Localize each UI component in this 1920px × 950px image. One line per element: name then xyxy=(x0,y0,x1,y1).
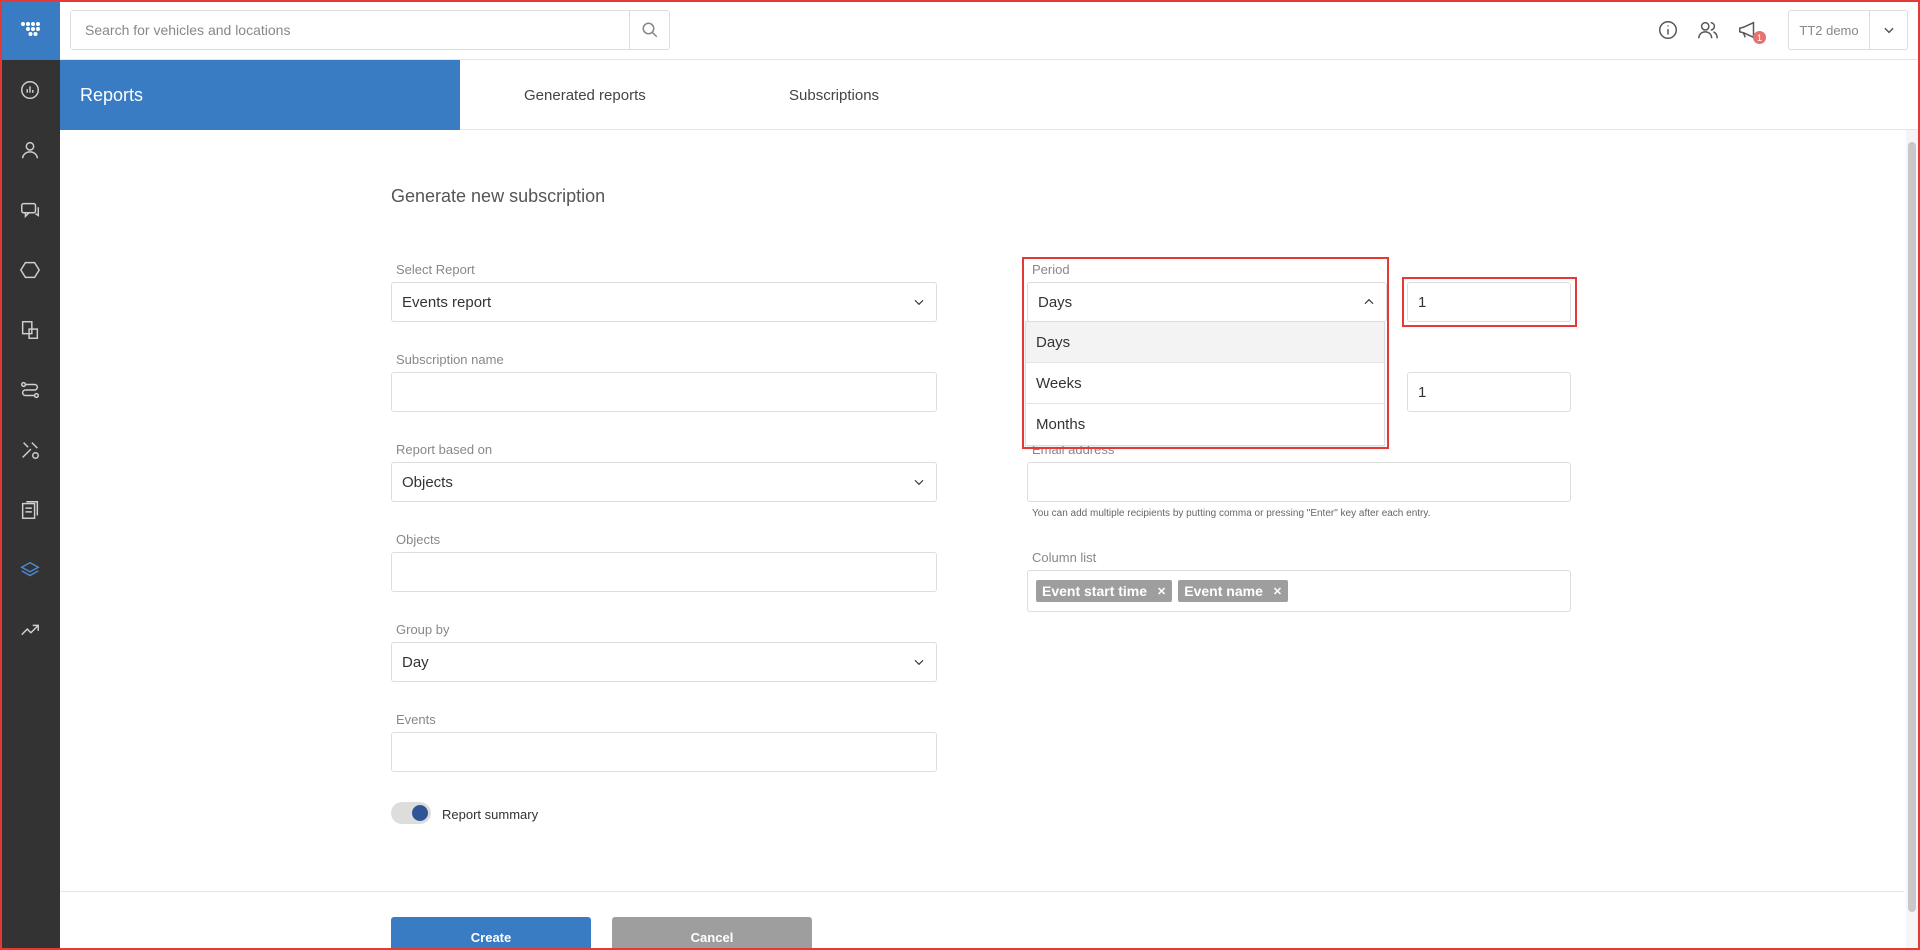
remove-chip-icon[interactable]: ✕ xyxy=(1157,585,1166,598)
objects-field[interactable] xyxy=(391,552,937,592)
chevron-down-icon xyxy=(914,479,924,486)
section-title: Reports xyxy=(60,60,460,130)
subscription-name-field[interactable] xyxy=(391,372,937,412)
sidebar-item-users[interactable] xyxy=(0,120,60,180)
notification-badge: 1 xyxy=(1753,31,1766,44)
dashboard-icon xyxy=(21,81,39,99)
period-options-menu: Days Weeks Months xyxy=(1025,321,1385,446)
layers-icon xyxy=(20,561,40,577)
tab-generated-reports[interactable]: Generated reports xyxy=(524,60,646,130)
search-button[interactable] xyxy=(629,11,669,49)
hexagon-icon xyxy=(19,261,41,279)
search-icon xyxy=(642,22,657,38)
info-icon xyxy=(1659,21,1677,39)
report-based-on-dropdown[interactable]: Objects xyxy=(391,462,937,502)
sidebar xyxy=(0,0,60,950)
period-option-months[interactable]: Months xyxy=(1026,404,1384,445)
search-box xyxy=(70,10,670,50)
period-value: Days xyxy=(1038,293,1073,311)
tab-bar: Reports Generated reports Subscriptions xyxy=(60,60,1920,130)
select-report-label: Select Report xyxy=(396,262,475,277)
second-count-value: 1 xyxy=(1418,383,1427,401)
group-by-value: Day xyxy=(402,653,429,671)
sidebar-item-documents[interactable] xyxy=(0,300,60,360)
scrollbar-thumb[interactable] xyxy=(1908,142,1916,912)
period-option-weeks[interactable]: Weeks xyxy=(1026,363,1384,404)
group-by-dropdown[interactable]: Day xyxy=(391,642,937,682)
logo-icon xyxy=(21,22,40,36)
subscription-name-label: Subscription name xyxy=(396,352,504,367)
info-button[interactable] xyxy=(1654,16,1682,44)
toggle-knob xyxy=(412,805,428,821)
report-summary-toggle[interactable] xyxy=(391,802,431,824)
notifications-button[interactable]: 1 xyxy=(1734,16,1766,44)
events-label: Events xyxy=(396,712,436,727)
report-summary-label: Report summary xyxy=(442,807,539,822)
select-report-value: Events report xyxy=(402,293,492,311)
period-option-days[interactable]: Days xyxy=(1026,322,1384,363)
users-icon xyxy=(1698,21,1718,39)
tab-subscriptions[interactable]: Subscriptions xyxy=(789,60,879,130)
trending-up-icon xyxy=(21,624,39,636)
sidebar-item-dashboard[interactable] xyxy=(0,60,60,120)
cancel-button[interactable]: Cancel xyxy=(612,917,812,950)
report-based-on-value: Objects xyxy=(402,473,453,491)
sidebar-item-messages[interactable] xyxy=(0,180,60,240)
page-title: Generate new subscription xyxy=(391,186,606,206)
main-content: Generate new subscription Select Report … xyxy=(60,130,1904,950)
app-logo[interactable] xyxy=(0,0,60,60)
email-field[interactable] xyxy=(1027,462,1571,502)
chip-label: Event start time xyxy=(1042,583,1148,599)
sidebar-item-reports[interactable] xyxy=(0,540,60,600)
create-button[interactable]: Create xyxy=(391,917,591,950)
sidebar-item-tasks[interactable] xyxy=(0,360,60,420)
email-hint: You can add multiple recipients by putti… xyxy=(1032,508,1431,519)
logbook-icon xyxy=(21,501,39,519)
user-icon xyxy=(21,141,39,159)
sidebar-item-maintenance[interactable] xyxy=(0,420,60,480)
tools-icon xyxy=(22,442,39,459)
report-based-on-label: Report based on xyxy=(396,442,493,457)
select-report-dropdown[interactable]: Events report xyxy=(391,282,937,322)
second-count-field[interactable]: 1 xyxy=(1407,372,1571,412)
events-field[interactable] xyxy=(391,732,937,772)
column-list-label: Column list xyxy=(1032,550,1097,565)
chevron-down-icon xyxy=(1883,27,1894,34)
column-list-field[interactable]: Event start time ✕ Event name ✕ xyxy=(1027,570,1571,612)
period-label: Period xyxy=(1032,262,1070,277)
user-menu[interactable]: TT2 demo xyxy=(1788,10,1908,50)
period-dropdown[interactable]: Days xyxy=(1027,282,1387,322)
user-name: TT2 demo xyxy=(1799,22,1859,38)
remove-chip-icon[interactable]: ✕ xyxy=(1273,585,1282,598)
footer-divider xyxy=(60,891,1904,892)
sidebar-item-analytics[interactable] xyxy=(0,600,60,660)
sidebar-item-routes[interactable] xyxy=(0,240,60,300)
top-bar: 1 TT2 demo xyxy=(60,0,1920,60)
document-icon xyxy=(21,321,39,339)
group-by-label: Group by xyxy=(396,622,450,637)
scrollbar[interactable] xyxy=(1906,130,1918,950)
objects-label: Objects xyxy=(396,532,441,547)
chevron-down-icon xyxy=(914,299,924,306)
column-chip: Event start time ✕ xyxy=(1036,580,1173,602)
chat-icon xyxy=(21,202,39,219)
route-icon xyxy=(21,381,39,399)
column-chip: Event name ✕ xyxy=(1178,580,1289,602)
chevron-down-icon xyxy=(914,659,924,666)
sidebar-item-logs[interactable] xyxy=(0,480,60,540)
chevron-up-icon xyxy=(1364,298,1374,305)
search-input[interactable] xyxy=(71,11,629,49)
contacts-button[interactable] xyxy=(1694,16,1722,44)
user-menu-toggle[interactable] xyxy=(1869,11,1907,49)
period-count-field[interactable]: 1 xyxy=(1407,282,1571,322)
period-count-value: 1 xyxy=(1418,293,1427,311)
chip-label: Event name xyxy=(1184,583,1263,599)
